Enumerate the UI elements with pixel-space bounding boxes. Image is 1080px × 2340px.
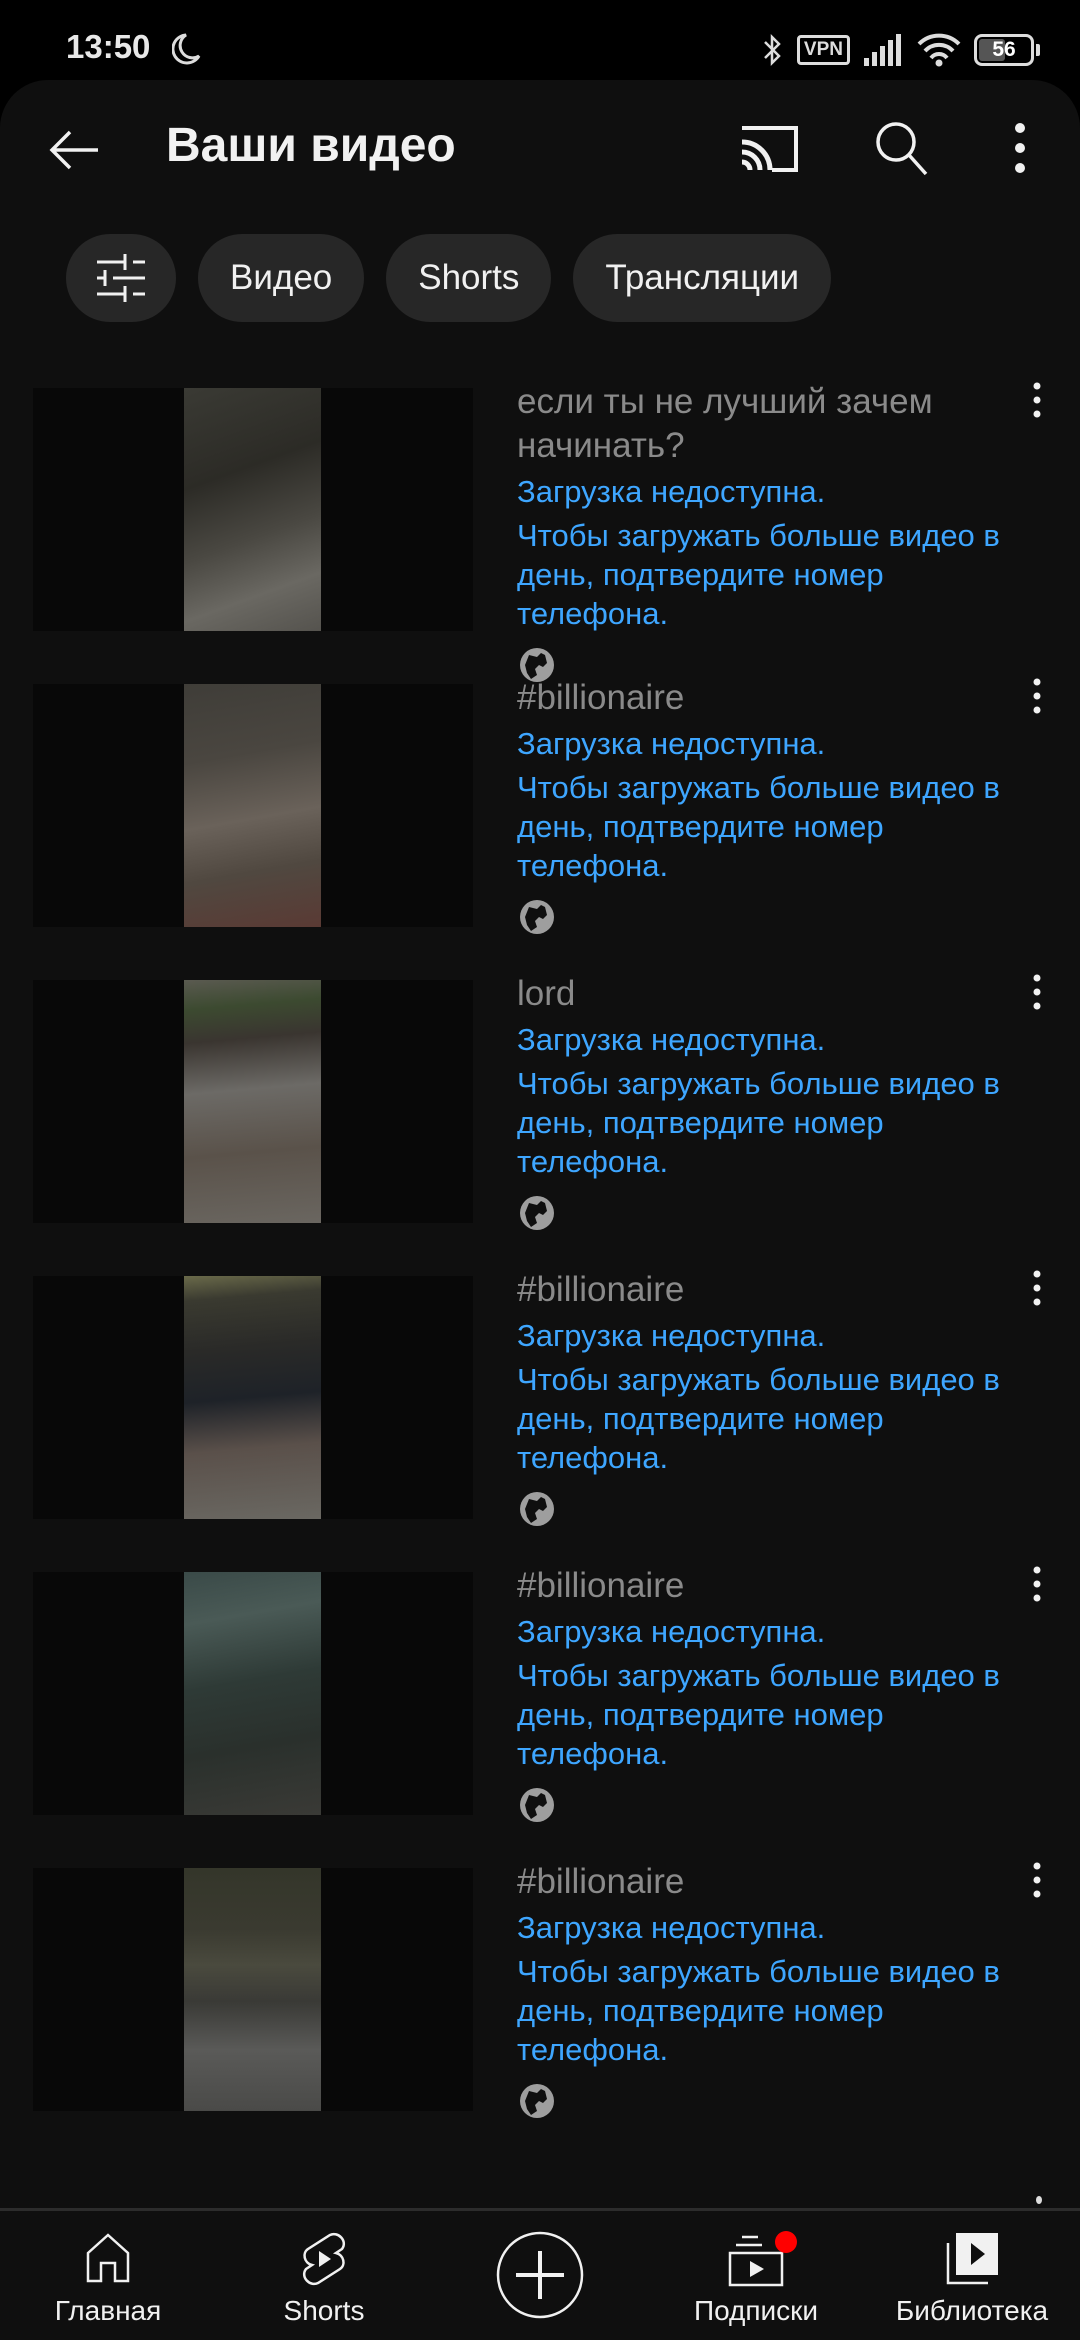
more-vertical-icon[interactable] bbox=[1022, 1858, 1052, 1908]
video-title[interactable]: #billionaire bbox=[517, 1268, 1017, 1312]
public-globe-icon bbox=[520, 1788, 554, 1822]
arrow-left-icon[interactable] bbox=[46, 118, 110, 182]
more-vertical-icon[interactable] bbox=[1022, 970, 1052, 1020]
nav-label: Главная bbox=[54, 2295, 162, 2326]
video-title[interactable]: #billionaire bbox=[517, 676, 1017, 720]
more-vertical-icon[interactable] bbox=[1022, 378, 1052, 428]
video-item[interactable]: #billionaire Загрузка недоступна. Чтобы … bbox=[0, 1564, 1080, 1860]
battery-icon: 56 bbox=[974, 34, 1040, 66]
bluetooth-icon bbox=[764, 33, 781, 67]
thumbnail-image bbox=[184, 684, 321, 927]
filter-chips: Видео Shorts Трансляции bbox=[66, 234, 832, 322]
video-item[interactable]: lord Загрузка недоступна. Чтобы загружат… bbox=[0, 972, 1080, 1268]
more-vertical-icon[interactable] bbox=[1022, 1266, 1052, 1316]
status-bar: 13:50 VPN 56 bbox=[0, 0, 1080, 80]
video-thumbnail[interactable] bbox=[33, 388, 473, 631]
battery-percent: 56 bbox=[992, 38, 1016, 61]
thumbnail-image bbox=[184, 1276, 321, 1519]
video-list: если ты не лучший зачем начинать? Загруз… bbox=[0, 380, 1080, 2156]
upload-status-detail[interactable]: Чтобы загружать больше видео в день, под… bbox=[517, 1952, 1017, 2069]
bottom-nav: Главная Shorts Подписки Библиотека bbox=[0, 2208, 1080, 2340]
video-item[interactable]: #billionaire Загрузка недоступна. Чтобы … bbox=[0, 1268, 1080, 1564]
upload-status: Загрузка недоступна. bbox=[517, 726, 826, 761]
upload-status-detail[interactable]: Чтобы загружать больше видео в день, под… bbox=[517, 1360, 1017, 1477]
nav-shorts[interactable]: Shorts bbox=[216, 2211, 432, 2340]
thumbnail-image bbox=[184, 980, 321, 1223]
vpn-icon: VPN bbox=[796, 35, 850, 65]
chip-video[interactable]: Видео bbox=[198, 234, 365, 322]
video-item[interactable]: #billionaire Загрузка недоступна. Чтобы … bbox=[0, 1860, 1080, 2156]
moon-icon bbox=[172, 33, 201, 65]
upload-status: Загрузка недоступна. bbox=[517, 1022, 826, 1057]
upload-status: Загрузка недоступна. bbox=[517, 1614, 826, 1649]
search-icon[interactable] bbox=[870, 116, 934, 180]
more-vertical-icon[interactable] bbox=[1022, 1562, 1052, 1612]
video-thumbnail[interactable] bbox=[33, 684, 473, 927]
home-icon bbox=[86, 2233, 130, 2283]
video-title[interactable]: #billionaire bbox=[517, 1860, 1017, 1904]
public-globe-icon bbox=[520, 2084, 554, 2118]
upload-status-detail[interactable]: Чтобы загружать больше видео в день, под… bbox=[517, 516, 1017, 633]
upload-status-detail[interactable]: Чтобы загружать больше видео в день, под… bbox=[517, 768, 1017, 885]
nav-subscriptions[interactable]: Подписки bbox=[648, 2211, 864, 2340]
video-thumbnail[interactable] bbox=[33, 1572, 473, 1815]
nav-home[interactable]: Главная bbox=[0, 2211, 216, 2340]
cast-icon[interactable] bbox=[738, 120, 802, 184]
video-title[interactable]: если ты не лучший зачем начинать? bbox=[517, 380, 1017, 468]
public-globe-icon bbox=[520, 900, 554, 934]
nav-create[interactable] bbox=[432, 2211, 648, 2340]
video-item[interactable]: #billionaire Загрузка недоступна. Чтобы … bbox=[0, 676, 1080, 972]
upload-status: Загрузка недоступна. bbox=[517, 474, 826, 509]
video-thumbnail[interactable] bbox=[33, 1276, 473, 1519]
top-bar: Ваши видео bbox=[0, 80, 1080, 210]
thumbnail-image bbox=[184, 388, 321, 631]
more-vertical-icon[interactable] bbox=[1022, 674, 1052, 724]
wifi-icon bbox=[917, 33, 961, 67]
chip-live[interactable]: Трансляции bbox=[573, 234, 832, 322]
thumbnail-image bbox=[184, 1868, 321, 2111]
public-globe-icon bbox=[520, 1196, 554, 1230]
upload-status: Загрузка недоступна. bbox=[517, 1318, 826, 1353]
chip-shorts[interactable]: Shorts bbox=[386, 234, 552, 322]
sliders-icon bbox=[97, 254, 145, 302]
notification-badge bbox=[775, 2231, 797, 2253]
filter-settings-chip[interactable] bbox=[66, 234, 176, 322]
more-vertical-icon[interactable] bbox=[1000, 116, 1040, 180]
page-title: Ваши видео bbox=[166, 119, 456, 172]
status-icons: VPN 56 bbox=[761, 30, 1040, 70]
signal-icon bbox=[864, 34, 901, 66]
upload-status-detail[interactable]: Чтобы загружать больше видео в день, под… bbox=[517, 1064, 1017, 1181]
video-title[interactable]: #billionaire bbox=[517, 1564, 1017, 1608]
video-thumbnail[interactable] bbox=[33, 980, 473, 1223]
thumbnail-image bbox=[184, 1572, 321, 1815]
nav-label: Shorts bbox=[283, 2295, 365, 2326]
nav-label: Подписки bbox=[693, 2295, 819, 2326]
upload-status: Загрузка недоступна. bbox=[517, 1910, 826, 1945]
video-title[interactable]: lord bbox=[517, 972, 1017, 1016]
shorts-icon bbox=[302, 2232, 346, 2286]
status-time: 13:50 bbox=[66, 28, 151, 65]
library-icon bbox=[946, 2233, 998, 2285]
nav-label: Библиотека bbox=[895, 2295, 1049, 2326]
app-container: Ваши видео Видео Shorts Трансляции если … bbox=[0, 80, 1080, 2340]
upload-status-detail[interactable]: Чтобы загружать больше видео в день, под… bbox=[517, 1656, 1017, 1773]
video-thumbnail[interactable] bbox=[33, 1868, 473, 2111]
video-item[interactable]: если ты не лучший зачем начинать? Загруз… bbox=[0, 378, 1080, 682]
create-plus-icon bbox=[496, 2231, 584, 2319]
public-globe-icon bbox=[520, 1492, 554, 1526]
nav-library[interactable]: Библиотека bbox=[864, 2211, 1080, 2340]
next-item-more-icon-partial bbox=[1036, 2196, 1042, 2204]
